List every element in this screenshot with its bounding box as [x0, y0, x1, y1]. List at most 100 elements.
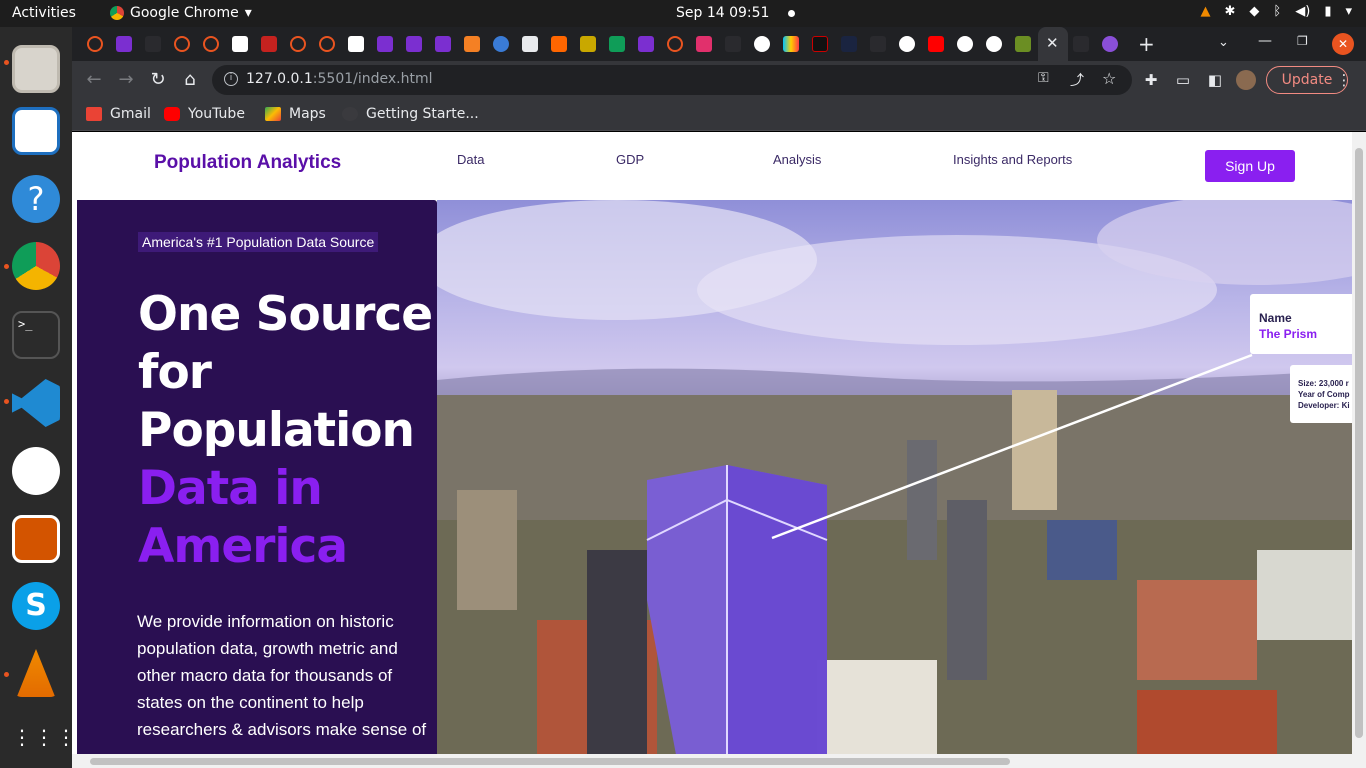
- profile-avatar[interactable]: [1236, 70, 1256, 90]
- brand-logo[interactable]: Population Analytics: [154, 152, 341, 174]
- page-viewport: Population Analytics Data GDP Analysis I…: [72, 132, 1352, 754]
- running-indicator: [4, 672, 9, 677]
- impress-icon[interactable]: [12, 515, 60, 563]
- globe-tab-icon[interactable]: [899, 36, 915, 52]
- extensions-icon[interactable]: ✚: [1141, 70, 1161, 90]
- home-icon[interactable]: ⌂: [179, 69, 201, 91]
- vertical-scrollbar[interactable]: [1352, 132, 1366, 754]
- stackoverflow-tab-icon[interactable]: [464, 36, 480, 52]
- system-tray[interactable]: ▲ ✱ ◆ ᛒ ◀) ▮ ▾: [1201, 4, 1352, 19]
- terminal-icon[interactable]: >_: [12, 311, 60, 359]
- wifi-icon: ◆: [1249, 4, 1260, 19]
- ycombinator-tab-icon[interactable]: [551, 36, 567, 52]
- ubuntu-tab-icon[interactable]: [319, 36, 335, 52]
- share-icon[interactable]: ⤴: [1070, 70, 1084, 90]
- globe-tab-icon[interactable]: [754, 36, 770, 52]
- nav-link-insights[interactable]: Insights and Reports: [953, 152, 1072, 167]
- bookmark-getting-started[interactable]: Getting Starte...: [342, 106, 479, 122]
- horizontal-scrollbar[interactable]: [72, 754, 1366, 768]
- callout-name-value: The Prism: [1259, 327, 1318, 341]
- clock-text: Sep 14 09:51: [676, 5, 770, 21]
- instagram-tab-icon[interactable]: [696, 36, 712, 52]
- battery-icon: ▮: [1324, 4, 1332, 19]
- play-tab-icon[interactable]: [783, 36, 799, 52]
- bookmark-label: Gmail: [110, 106, 151, 122]
- system-top-bar: Activities Google Chrome ▾ Sep 14 09:51 …: [0, 0, 1366, 27]
- gmail-tab-icon[interactable]: [261, 36, 277, 52]
- forms-tab-icon[interactable]: [638, 36, 654, 52]
- github-tab-icon[interactable]: [145, 36, 161, 52]
- power-menu-icon: ▾: [1345, 4, 1352, 19]
- show-apps-icon[interactable]: ⋮⋮⋮: [12, 713, 76, 761]
- nav-link-data[interactable]: Data: [457, 152, 484, 167]
- hero-tagline: America's #1 Population Data Source: [138, 232, 379, 252]
- vscode-icon[interactable]: [12, 379, 60, 427]
- back-icon[interactable]: ←: [83, 69, 105, 91]
- google-tab-icon[interactable]: [957, 36, 973, 52]
- w-tab-icon[interactable]: [580, 36, 596, 52]
- firefox-icon: [342, 107, 358, 121]
- github-tab-icon[interactable]: [1073, 36, 1089, 52]
- chrome-icon[interactable]: [12, 242, 60, 290]
- clock[interactable]: Sep 14 09:51: [676, 5, 795, 21]
- signup-button[interactable]: Sign Up: [1205, 150, 1295, 182]
- plus-tab-icon[interactable]: [609, 36, 625, 52]
- ubuntu-tab-icon[interactable]: [667, 36, 683, 52]
- files-icon[interactable]: [12, 45, 60, 93]
- ubuntu-tab-icon[interactable]: [290, 36, 306, 52]
- writer-icon[interactable]: [12, 107, 60, 155]
- vlc-icon[interactable]: [16, 649, 56, 697]
- calendar-tab-icon[interactable]: [435, 36, 451, 52]
- docs-tab-icon[interactable]: [116, 36, 132, 52]
- maximize-icon[interactable]: ❐: [1297, 34, 1308, 48]
- bookmark-label: YouTube: [188, 106, 245, 122]
- activities-button[interactable]: Activities: [12, 5, 76, 21]
- address-bar[interactable]: i 127.0.0.1:5501/index.html ⚿ ⤴ ☆: [212, 65, 1132, 95]
- close-tab-icon[interactable]: ✕: [1046, 34, 1059, 52]
- shield-tab-icon[interactable]: [348, 36, 364, 52]
- ubuntu-tab-icon[interactable]: [203, 36, 219, 52]
- reload-icon[interactable]: ↻: [147, 69, 169, 91]
- ubuntu-tab-icon[interactable]: [87, 36, 103, 52]
- bookmark-star-icon[interactable]: ☆: [1102, 69, 1116, 88]
- gmail-icon: [86, 107, 102, 121]
- bookmark-youtube[interactable]: YouTube: [164, 106, 245, 122]
- slack-icon[interactable]: [12, 447, 60, 495]
- globe-tab-icon[interactable]: [986, 36, 1002, 52]
- active-tab[interactable]: ✕: [1038, 27, 1068, 61]
- bookmark-maps[interactable]: Maps: [265, 106, 326, 122]
- medium-tab-icon[interactable]: [232, 36, 248, 52]
- menu-kebab-icon[interactable]: ⋮: [1334, 70, 1354, 90]
- cast-icon[interactable]: ▭: [1173, 70, 1193, 90]
- docs-tab-icon[interactable]: [406, 36, 422, 52]
- forward-icon[interactable]: →: [115, 69, 137, 91]
- github-tab-icon[interactable]: [725, 36, 741, 52]
- vertical-scroll-thumb[interactable]: [1355, 148, 1363, 738]
- chart-tab-icon[interactable]: [812, 36, 828, 52]
- side-panel-icon[interactable]: ◧: [1205, 70, 1225, 90]
- key-icon[interactable]: ⚿: [1038, 70, 1049, 86]
- youtube-tab-icon[interactable]: [928, 36, 944, 52]
- minimize-icon[interactable]: —: [1258, 33, 1272, 49]
- skype-icon[interactable]: S: [12, 582, 60, 630]
- upwork-tab-icon[interactable]: [493, 36, 509, 52]
- nav-link-gdp[interactable]: GDP: [616, 152, 644, 167]
- dots-tab-icon[interactable]: [870, 36, 886, 52]
- question-tab-icon[interactable]: [1015, 36, 1031, 52]
- bookmark-gmail[interactable]: Gmail: [86, 106, 151, 122]
- ubuntu-tab-icon[interactable]: [174, 36, 190, 52]
- site-info-icon[interactable]: i: [224, 72, 238, 86]
- ghost-tab-icon[interactable]: [1102, 36, 1118, 52]
- horizontal-scroll-thumb[interactable]: [90, 758, 1010, 765]
- docs-tab-icon[interactable]: [377, 36, 393, 52]
- app-menu[interactable]: Google Chrome ▾: [110, 5, 252, 21]
- browser-toolbar: ← → ↻ ⌂ i 127.0.0.1:5501/index.html ⚿ ⤴ …: [72, 61, 1366, 99]
- nav-link-analysis[interactable]: Analysis: [773, 152, 821, 167]
- dark-tab-icon[interactable]: [841, 36, 857, 52]
- tab-search-icon[interactable]: ⌄: [1218, 35, 1229, 50]
- file-tab-icon[interactable]: [522, 36, 538, 52]
- new-tab-icon[interactable]: +: [1138, 32, 1155, 56]
- help-icon[interactable]: ?: [12, 175, 60, 223]
- window-close-icon[interactable]: ✕: [1332, 33, 1354, 55]
- slack-tray-icon: ✱: [1224, 4, 1236, 19]
